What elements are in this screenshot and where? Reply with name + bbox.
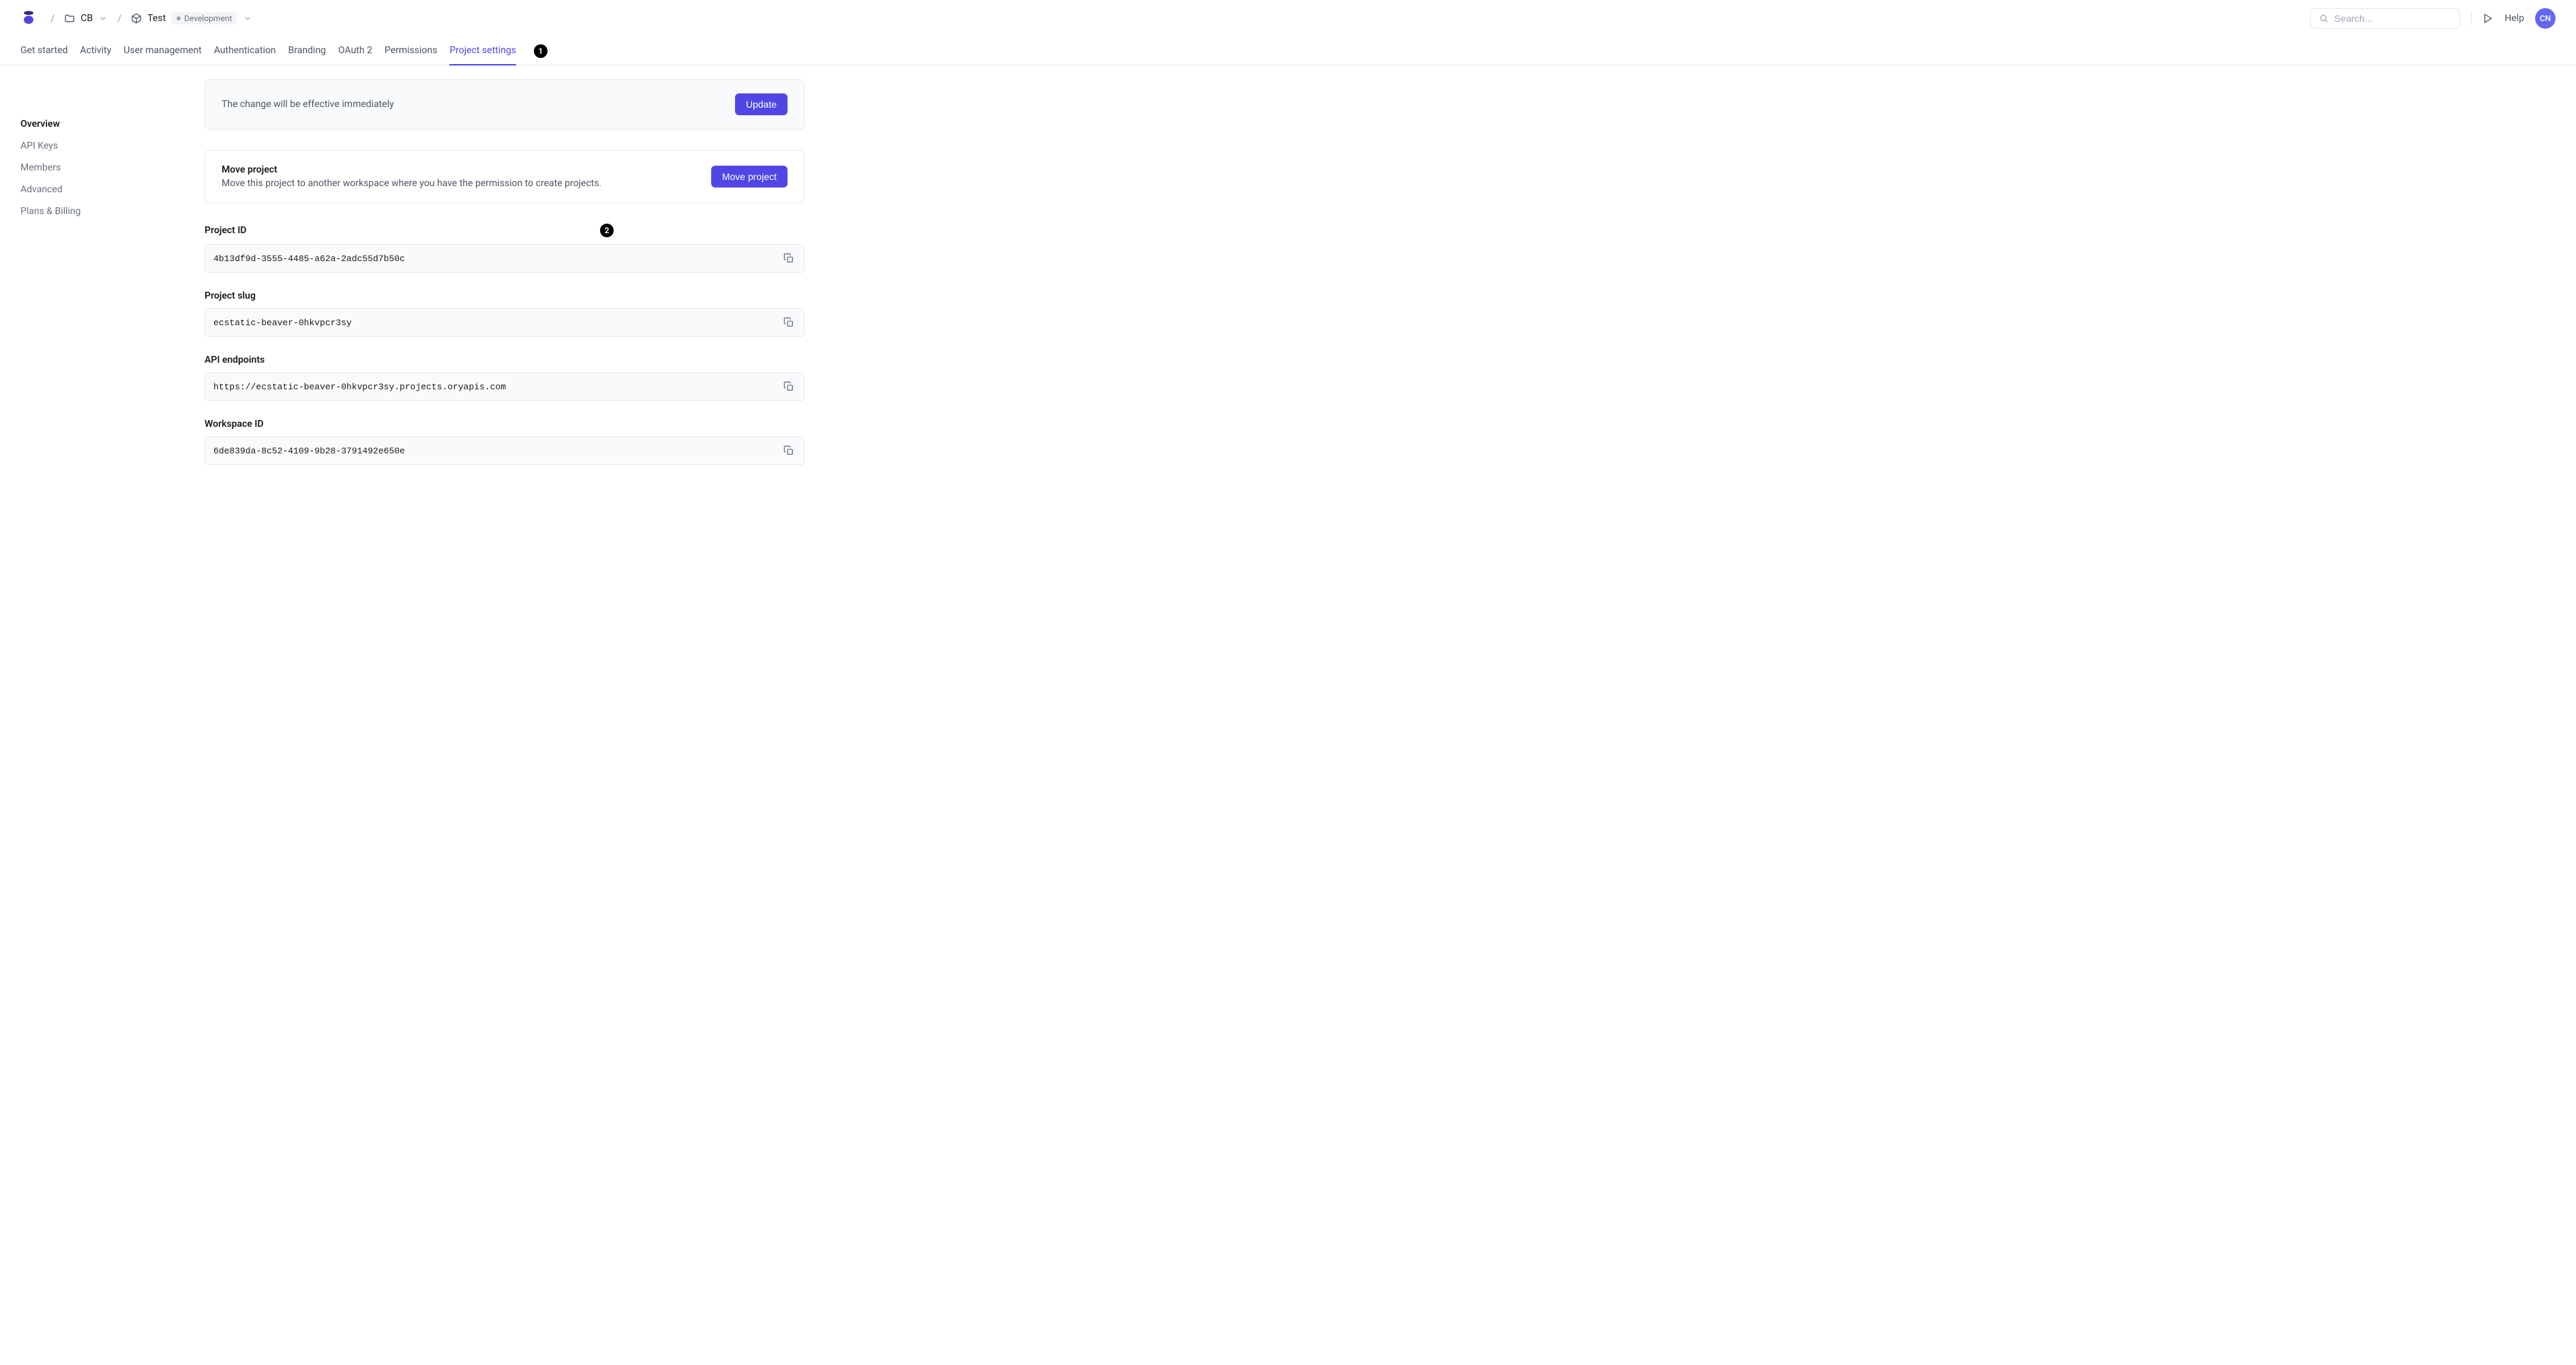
sidebar-item-api-keys[interactable]: API Keys — [20, 135, 157, 157]
main-tabs: Get started Activity User management Aut… — [0, 37, 2576, 65]
app-logo[interactable] — [20, 9, 37, 28]
tab-branding[interactable]: Branding — [288, 37, 326, 65]
environment-label: Development — [184, 14, 232, 23]
sidebar-item-advanced[interactable]: Advanced — [20, 179, 157, 200]
project-slug-label: Project slug — [205, 290, 256, 301]
project-slug-label-row: Project slug — [205, 290, 805, 301]
divider — [2471, 12, 2472, 25]
sidebar: Overview API Keys Members Advanced Plans… — [20, 79, 157, 483]
copy-project-slug-button[interactable] — [782, 316, 796, 329]
api-endpoints-label-row: API endpoints — [205, 355, 805, 365]
api-endpoints-section: API endpoints https://ecstatic-beaver-0h… — [205, 355, 805, 401]
breadcrumb: / CB / Test Development — [50, 12, 252, 25]
search-icon — [2319, 13, 2328, 24]
chevron-down-icon — [243, 14, 252, 23]
avatar[interactable]: CN — [2535, 8, 2556, 29]
play-icon[interactable] — [2483, 13, 2493, 24]
header: / CB / Test Development — [0, 0, 2576, 37]
breadcrumb-project[interactable]: Test Development — [131, 12, 252, 25]
sidebar-item-overview[interactable]: Overview — [20, 113, 157, 135]
sidebar-item-plans-billing[interactable]: Plans & Billing — [20, 200, 157, 222]
copy-project-id-button[interactable] — [782, 252, 796, 265]
update-card-footer: The change will be effective immediately… — [205, 80, 804, 129]
api-endpoints-label: API endpoints — [205, 355, 265, 365]
project-id-value: 4b13df9d-3555-4485-a62a-2adc55d7b50c — [213, 254, 782, 264]
project-id-label-row: Project ID 2 — [205, 224, 805, 237]
folder-icon — [64, 13, 75, 24]
breadcrumb-workspace[interactable]: CB — [64, 13, 108, 24]
copy-icon — [783, 381, 794, 392]
tab-get-started[interactable]: Get started — [20, 37, 68, 65]
cube-icon — [131, 13, 142, 24]
move-project-text: Move project Move this project to anothe… — [222, 164, 601, 189]
help-link[interactable]: Help — [2504, 13, 2524, 24]
annotation-badge-1: 1 — [534, 44, 548, 58]
api-endpoints-value-box: https://ecstatic-beaver-0hkvpcr3sy.proje… — [205, 372, 805, 401]
status-dot-icon — [177, 16, 181, 20]
move-project-body: Move project Move this project to anothe… — [205, 151, 804, 202]
project-name: Test — [147, 13, 166, 24]
update-card: The change will be effective immediately… — [205, 79, 805, 130]
project-id-value-box: 4b13df9d-3555-4485-a62a-2adc55d7b50c — [205, 244, 805, 273]
update-notice: The change will be effective immediately — [222, 99, 394, 110]
project-slug-value-box: ecstatic-beaver-0hkvpcr3sy — [205, 308, 805, 337]
workspace-id-value-box: 6de839da-8c52-4109-9b28-3791492e650e — [205, 436, 805, 465]
move-project-desc: Move this project to another workspace w… — [222, 178, 601, 189]
search-input[interactable] — [2334, 13, 2451, 24]
move-project-card: Move project Move this project to anothe… — [205, 150, 805, 203]
search-box[interactable] — [2310, 8, 2460, 29]
copy-api-endpoints-button[interactable] — [782, 380, 796, 393]
workspace-id-value: 6de839da-8c52-4109-9b28-3791492e650e — [213, 446, 782, 456]
move-project-title: Move project — [222, 164, 601, 175]
project-id-label: Project ID — [205, 225, 247, 236]
workspace-id-label: Workspace ID — [205, 419, 263, 430]
move-project-button[interactable]: Move project — [711, 166, 788, 188]
avatar-initials: CN — [2540, 14, 2551, 23]
copy-icon — [783, 253, 794, 264]
project-slug-value: ecstatic-beaver-0hkvpcr3sy — [213, 318, 782, 328]
workspace-id-label-row: Workspace ID — [205, 419, 805, 430]
workspace-name: CB — [80, 13, 93, 24]
tab-authentication[interactable]: Authentication — [214, 37, 276, 65]
sidebar-item-members[interactable]: Members — [20, 157, 157, 179]
copy-workspace-id-button[interactable] — [782, 444, 796, 457]
tab-permissions[interactable]: Permissions — [385, 37, 437, 65]
content: The change will be effective immediately… — [205, 79, 805, 483]
api-endpoints-value: https://ecstatic-beaver-0hkvpcr3sy.proje… — [213, 382, 782, 392]
tab-activity[interactable]: Activity — [80, 37, 111, 65]
project-slug-section: Project slug ecstatic-beaver-0hkvpcr3sy — [205, 290, 805, 337]
main-container: Overview API Keys Members Advanced Plans… — [0, 65, 2576, 496]
chevron-down-icon — [98, 14, 108, 23]
tab-oauth2[interactable]: OAuth 2 — [338, 37, 372, 65]
copy-icon — [783, 317, 794, 328]
breadcrumb-separator: / — [117, 12, 121, 25]
tab-project-settings[interactable]: Project settings — [449, 37, 516, 65]
breadcrumb-separator: / — [50, 12, 55, 25]
annotation-badge-2: 2 — [600, 224, 614, 237]
copy-icon — [783, 445, 794, 456]
header-right: Help CN — [2310, 8, 2556, 29]
project-id-section: Project ID 2 4b13df9d-3555-4485-a62a-2ad… — [205, 224, 805, 273]
update-button[interactable]: Update — [735, 93, 788, 115]
workspace-id-section: Workspace ID 6de839da-8c52-4109-9b28-379… — [205, 419, 805, 465]
tab-user-management[interactable]: User management — [123, 37, 201, 65]
environment-badge: Development — [171, 12, 237, 25]
